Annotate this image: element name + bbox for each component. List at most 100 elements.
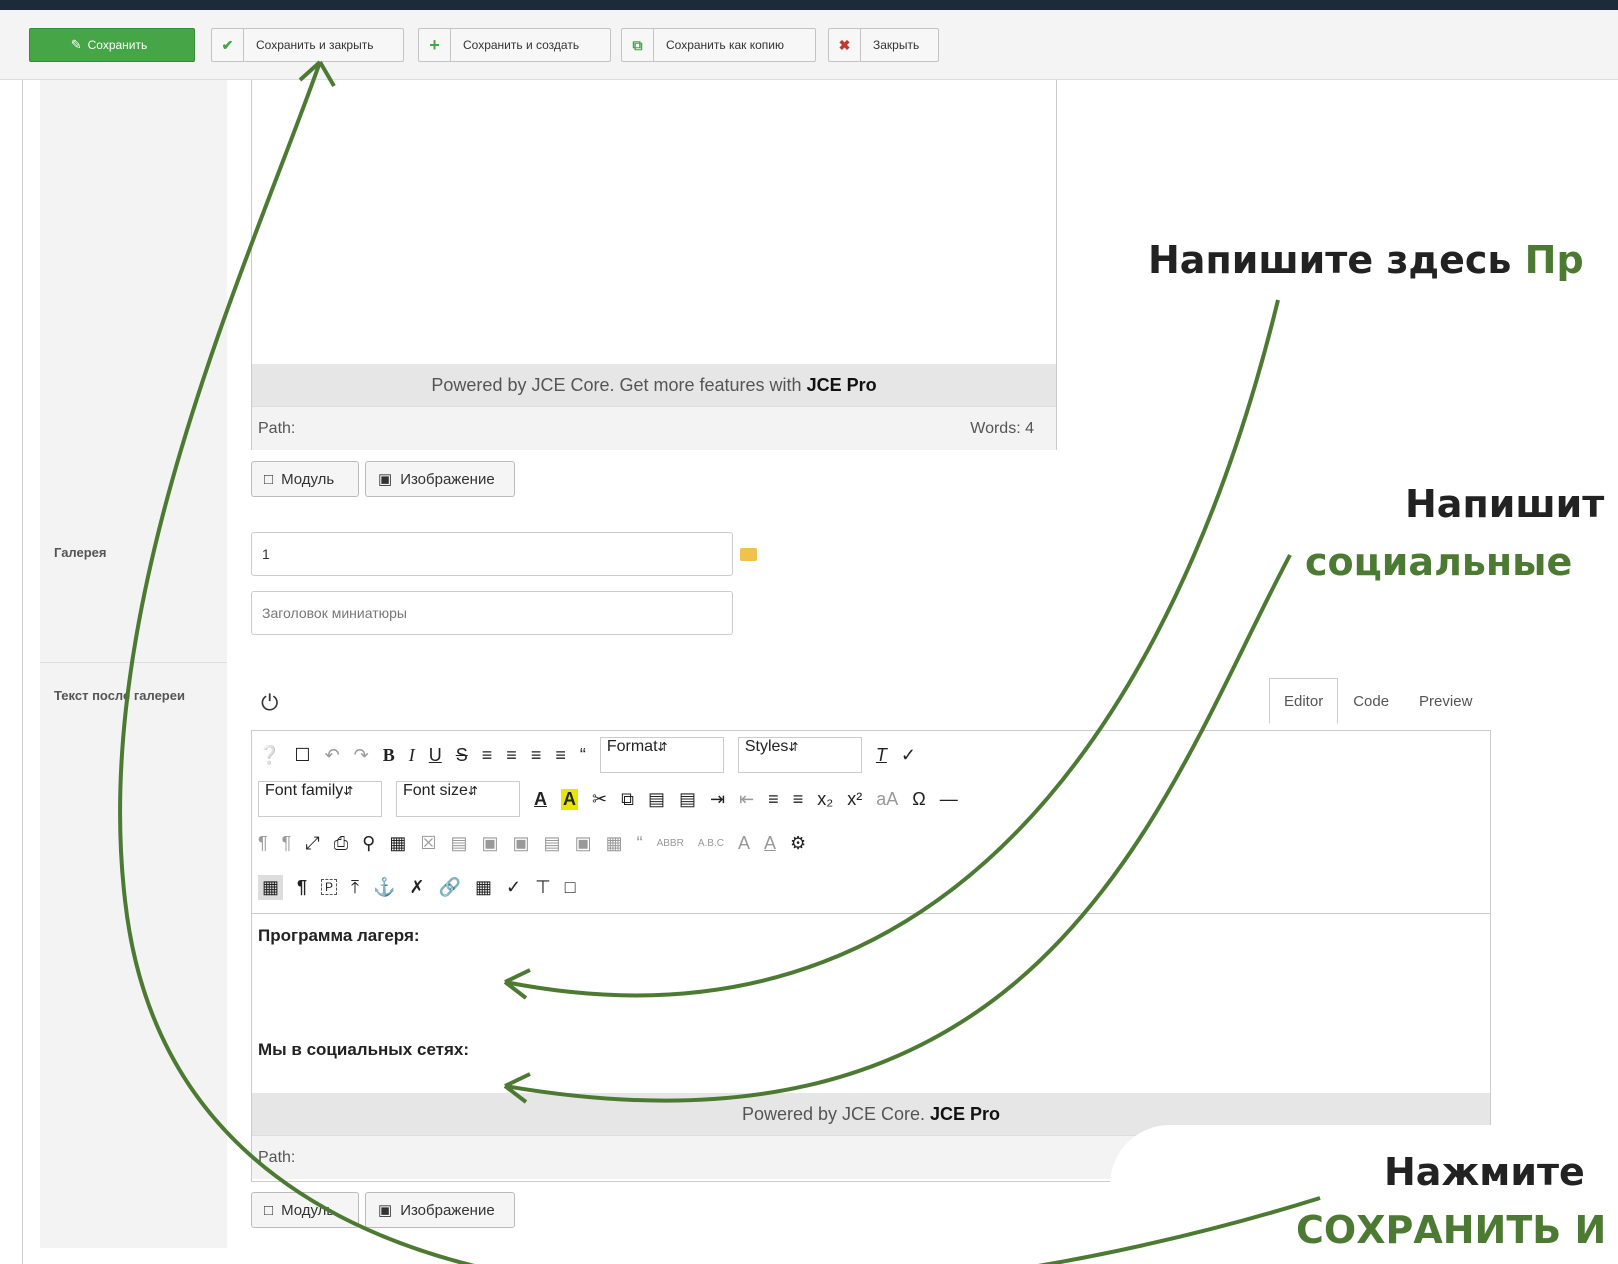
font-family-select[interactable]: Font family⇵ bbox=[258, 781, 382, 817]
text-color-icon[interactable]: A bbox=[534, 789, 547, 810]
save-close-button[interactable]: ✔ Сохранить и закрыть bbox=[211, 28, 404, 62]
redo-icon[interactable]: ↷ bbox=[354, 745, 369, 766]
unlink-icon[interactable]: ✗ bbox=[409, 877, 424, 898]
remove-format-icon[interactable]: T bbox=[876, 745, 887, 766]
superscript-icon[interactable]: x² bbox=[847, 789, 862, 810]
image-button[interactable]: ▣ Изображение bbox=[365, 461, 515, 497]
thumbnail-title-input[interactable]: Заголовок миниатюры bbox=[251, 591, 733, 635]
gallery-input[interactable]: 1 bbox=[251, 532, 733, 576]
tab-code[interactable]: Code bbox=[1338, 678, 1404, 724]
editor-content[interactable]: Программа лагеря: Мы в социальных сетях: bbox=[252, 913, 1490, 1093]
strike-format-icon[interactable]: A bbox=[738, 833, 750, 854]
page-break-icon[interactable]: ⊤ bbox=[535, 877, 551, 898]
underline-format-icon[interactable]: A bbox=[764, 833, 776, 854]
special-char-icon[interactable]: Ω bbox=[912, 789, 925, 810]
cut-icon[interactable]: ✂ bbox=[592, 789, 607, 810]
annotation-1-green: Пр bbox=[1524, 238, 1584, 282]
subscript-icon[interactable]: x₂ bbox=[817, 789, 833, 810]
new-document-icon[interactable]: ☐ bbox=[294, 745, 310, 766]
module-button[interactable]: □ Модуль bbox=[251, 461, 359, 497]
highlight-color-icon[interactable]: A bbox=[561, 788, 578, 810]
insert-icon[interactable]: ⤒ bbox=[351, 877, 359, 898]
save-label: Сохранить bbox=[87, 38, 148, 52]
ltr-icon[interactable]: ¶ bbox=[258, 833, 268, 854]
rtl-icon[interactable]: ¶ bbox=[282, 833, 292, 854]
left-border bbox=[22, 80, 23, 1264]
styles-select[interactable]: Styles⇵ bbox=[737, 737, 862, 773]
action-toolbar: ✎ Сохранить ✔ Сохранить и закрыть + Сохр… bbox=[0, 10, 1618, 80]
link-icon[interactable]: 🔗 bbox=[439, 877, 461, 898]
select-arrow-icon: ⇵ bbox=[467, 784, 478, 798]
citation-icon[interactable]: “ bbox=[637, 833, 643, 854]
image-icon[interactable]: ▦ bbox=[475, 877, 492, 898]
italic-icon[interactable]: I bbox=[409, 745, 415, 766]
close-button[interactable]: ✖ Закрыть bbox=[828, 28, 939, 62]
table-insert-icon[interactable]: ▣ bbox=[513, 833, 530, 854]
visual-blocks-icon[interactable]: P bbox=[321, 879, 338, 895]
gear-icon[interactable]: ⚙ bbox=[790, 833, 806, 854]
indent-icon[interactable]: ⇥ bbox=[710, 789, 725, 810]
image-button-2[interactable]: ▣ Изображение bbox=[365, 1192, 515, 1228]
bold-icon[interactable]: B bbox=[383, 745, 395, 766]
align-justify-icon[interactable]: ≡ bbox=[482, 745, 493, 766]
powered-by: Powered by JCE Core. Get more features w… bbox=[252, 364, 1056, 406]
tab-editor[interactable]: Editor bbox=[1269, 678, 1339, 724]
table-row-icon[interactable]: ▤ bbox=[451, 833, 468, 854]
module-button-2[interactable]: □ Модуль bbox=[251, 1192, 359, 1228]
help-icon[interactable]: ❔ bbox=[258, 745, 280, 766]
styles-select-label: Styles bbox=[744, 738, 789, 755]
edit-icon: ✎ bbox=[70, 37, 82, 52]
align-left-icon[interactable]: ≡ bbox=[531, 745, 542, 766]
underline-icon[interactable]: U bbox=[429, 745, 442, 766]
bullet-list-icon[interactable]: ≡ bbox=[793, 789, 804, 810]
description-editor[interactable]: Powered by JCE Core. Get more features w… bbox=[251, 80, 1057, 450]
paste-icon[interactable]: ▤ bbox=[648, 789, 665, 810]
powered-bold[interactable]: JCE Pro bbox=[807, 375, 877, 396]
outdent-icon[interactable]: ⇤ bbox=[739, 789, 754, 810]
cleanup-icon[interactable]: ✓ bbox=[901, 745, 916, 766]
visual-aid-icon[interactable]: ▦ bbox=[258, 874, 284, 900]
copy-icon[interactable]: ⧉ bbox=[621, 789, 634, 810]
search-icon[interactable]: ⚲ bbox=[362, 833, 375, 854]
font-case-icon[interactable]: aA bbox=[876, 789, 898, 810]
fullscreen-icon[interactable]: ⤢ bbox=[305, 833, 319, 854]
path-label: Path: bbox=[258, 420, 296, 437]
blockquote-icon[interactable]: “ bbox=[580, 745, 586, 766]
align-right-icon[interactable]: ≡ bbox=[555, 745, 566, 766]
anchor-icon[interactable]: ⚓ bbox=[373, 877, 395, 898]
table-col-icon[interactable]: ▤ bbox=[544, 833, 561, 854]
table-icon[interactable]: ▦ bbox=[389, 833, 406, 854]
format-select-label: Format bbox=[606, 738, 658, 755]
tab-preview[interactable]: Preview bbox=[1404, 678, 1487, 724]
table-delete-icon[interactable]: ☒ bbox=[420, 833, 436, 854]
horizontal-rule-icon[interactable]: — bbox=[940, 789, 958, 810]
format-select[interactable]: Format⇵ bbox=[599, 737, 724, 773]
iframe-icon[interactable]: □ bbox=[565, 877, 576, 898]
powered-bold-2[interactable]: JCE Pro bbox=[930, 1104, 1000, 1125]
strikethrough-icon[interactable]: S bbox=[456, 745, 468, 766]
save-copy-button[interactable]: ⧉ Сохранить как копию bbox=[621, 28, 816, 62]
save-button[interactable]: ✎ Сохранить bbox=[29, 28, 195, 62]
undo-icon[interactable]: ↶ bbox=[325, 745, 340, 766]
visual-chars-icon[interactable]: ¶ bbox=[297, 877, 307, 898]
toolbar-row-1: ❔ ☐ ↶ ↷ B I U S ≡ ≡ ≡ ≡ “ Format⇵ Styles… bbox=[258, 735, 916, 775]
print-icon[interactable]: ⎙ bbox=[334, 833, 348, 854]
table-cell-icon[interactable]: ▣ bbox=[482, 833, 499, 854]
table-merge-icon[interactable]: ▣ bbox=[575, 833, 592, 854]
paste-text-icon[interactable]: ▤ bbox=[679, 789, 696, 810]
annotation-1-black: Напишите здесь bbox=[1148, 238, 1525, 282]
align-center-icon[interactable]: ≡ bbox=[506, 745, 517, 766]
abbr-icon[interactable]: ABBR bbox=[657, 838, 684, 849]
power-toggle-icon[interactable]: ⏻ bbox=[261, 690, 278, 716]
font-size-select[interactable]: Font size⇵ bbox=[396, 781, 520, 817]
row-separator bbox=[40, 662, 227, 663]
folder-icon[interactable] bbox=[740, 548, 757, 561]
save-new-button[interactable]: + Сохранить и создать bbox=[418, 28, 611, 62]
path-label-2: Path: bbox=[258, 1149, 296, 1166]
table-split-icon[interactable]: ▦ bbox=[606, 833, 623, 854]
spellcheck-icon[interactable]: ✓ bbox=[506, 877, 521, 898]
numbered-list-icon[interactable]: ≡ bbox=[768, 789, 779, 810]
content-line-social: Мы в социальных сетях: bbox=[258, 1040, 470, 1059]
acronym-icon[interactable]: A.B.C bbox=[698, 838, 724, 849]
copy-icon: ⧉ bbox=[622, 29, 654, 61]
